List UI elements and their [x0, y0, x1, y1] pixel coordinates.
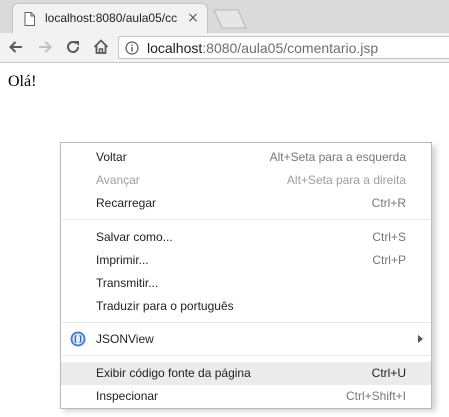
menu-item-transmitir[interactable]: Transmitir...: [61, 272, 431, 295]
back-arrow-icon[interactable]: [6, 37, 26, 57]
browser-toolbar: localhost:8080/aula05/comentario.jsp: [0, 33, 449, 63]
tab-strip: localhost:8080/aula05/cc ×: [0, 0, 449, 33]
menu-item-shortcut: Ctrl+U: [371, 366, 406, 380]
page-icon: [24, 12, 35, 26]
menu-item-label: Avançar: [96, 173, 140, 187]
menu-item-label: Voltar: [96, 150, 127, 164]
menu-item-avancar: Avançar Alt+Seta para a direita: [61, 169, 431, 192]
url-host: localhost: [147, 40, 203, 56]
menu-separator: [62, 219, 430, 220]
menu-item-salvar-como[interactable]: Salvar como... Ctrl+S: [61, 226, 431, 249]
page-body-text: Olá!: [8, 73, 37, 90]
menu-item-label: Imprimir...: [96, 253, 149, 267]
menu-item-traduzir[interactable]: Traduzir para o português: [61, 295, 431, 318]
submenu-arrow-icon: [418, 335, 423, 343]
new-tab-button[interactable]: [210, 9, 250, 29]
menu-item-label: Traduzir para o português: [96, 299, 234, 313]
tab-close-icon[interactable]: ×: [185, 10, 201, 26]
menu-separator: [62, 322, 430, 323]
menu-item-shortcut: Alt+Seta para a direita: [286, 173, 406, 187]
menu-item-recarregar[interactable]: Recarregar Ctrl+R: [61, 192, 431, 215]
reload-icon[interactable]: [63, 37, 83, 57]
menu-item-jsonview[interactable]: JSONView: [61, 328, 431, 351]
menu-item-label: Inspecionar: [96, 389, 159, 403]
tab-title: localhost:8080/aula05/cc: [45, 11, 178, 25]
menu-item-label: Salvar como...: [96, 230, 173, 244]
menu-item-label: Recarregar: [96, 196, 157, 210]
jsonview-icon: [70, 331, 86, 347]
browser-tab[interactable]: localhost:8080/aula05/cc ×: [12, 3, 208, 33]
menu-item-shortcut: Ctrl+S: [372, 230, 406, 244]
menu-item-inspecionar[interactable]: Inspecionar Ctrl+Shift+I: [61, 385, 431, 408]
address-bar[interactable]: localhost:8080/aula05/comentario.jsp: [118, 36, 449, 59]
menu-item-exibir-codigo-fonte[interactable]: Exibir código fonte da página Ctrl+U: [61, 362, 431, 385]
forward-arrow-icon[interactable]: [35, 37, 55, 57]
menu-item-shortcut: Ctrl+R: [371, 196, 406, 210]
menu-item-shortcut: Ctrl+P: [372, 253, 406, 267]
info-icon[interactable]: [125, 41, 139, 55]
menu-separator: [62, 355, 430, 356]
home-icon[interactable]: [91, 37, 111, 57]
menu-item-shortcut: Ctrl+Shift+I: [345, 389, 406, 403]
url-path: :8080/aula05/comentario.jsp: [202, 40, 379, 56]
context-menu: Voltar Alt+Seta para a esquerda Avançar …: [60, 142, 432, 409]
menu-item-label: JSONView: [96, 332, 154, 346]
menu-item-voltar[interactable]: Voltar Alt+Seta para a esquerda: [61, 146, 431, 169]
url-text[interactable]: localhost:8080/aula05/comentario.jsp: [147, 40, 378, 56]
menu-item-label: Transmitir...: [96, 276, 159, 290]
menu-item-imprimir[interactable]: Imprimir... Ctrl+P: [61, 249, 431, 272]
menu-item-label: Exibir código fonte da página: [96, 366, 251, 380]
menu-item-shortcut: Alt+Seta para a esquerda: [269, 150, 406, 164]
